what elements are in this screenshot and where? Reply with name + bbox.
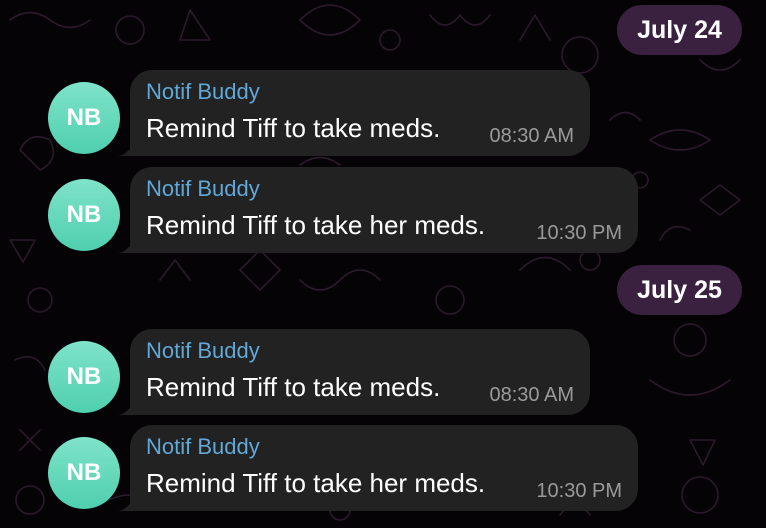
date-separator: July 24 [617, 5, 742, 55]
avatar[interactable]: NB [48, 82, 120, 154]
message-bubble[interactable]: Notif Buddy Remind Tiff to take meds. 08… [130, 70, 590, 156]
message-time: 08:30 AM [489, 125, 574, 147]
message-text: Remind Tiff to take meds. [146, 113, 441, 143]
sender-name[interactable]: Notif Buddy [146, 338, 260, 364]
avatar[interactable]: NB [48, 341, 120, 413]
sender-name[interactable]: Notif Buddy [146, 176, 260, 202]
message-item[interactable]: NB Notif Buddy Remind Tiff to take meds.… [0, 70, 700, 156]
chat-view[interactable]: July 24 July 25 NB Notif Buddy Remind Ti… [0, 0, 766, 528]
message-item[interactable]: NB Notif Buddy Remind Tiff to take her m… [0, 425, 700, 511]
message-item[interactable]: NB Notif Buddy Remind Tiff to take meds.… [0, 329, 700, 415]
message-bubble[interactable]: Notif Buddy Remind Tiff to take her meds… [130, 425, 638, 511]
message-time: 08:30 AM [489, 384, 574, 406]
sender-name[interactable]: Notif Buddy [146, 434, 260, 460]
message-text: Remind Tiff to take meds. [146, 372, 441, 402]
message-text: Remind Tiff to take her meds. [146, 468, 486, 498]
avatar[interactable]: NB [48, 179, 120, 251]
message-text: Remind Tiff to take her meds. [146, 210, 486, 240]
message-bubble[interactable]: Notif Buddy Remind Tiff to take her meds… [130, 167, 638, 253]
message-bubble[interactable]: Notif Buddy Remind Tiff to take meds. 08… [130, 329, 590, 415]
sender-name[interactable]: Notif Buddy [146, 79, 260, 105]
date-separator: July 25 [617, 265, 742, 315]
avatar[interactable]: NB [48, 437, 120, 509]
message-item[interactable]: NB Notif Buddy Remind Tiff to take her m… [0, 167, 700, 253]
message-time: 10:30 PM [536, 480, 622, 502]
message-time: 10:30 PM [536, 222, 622, 244]
